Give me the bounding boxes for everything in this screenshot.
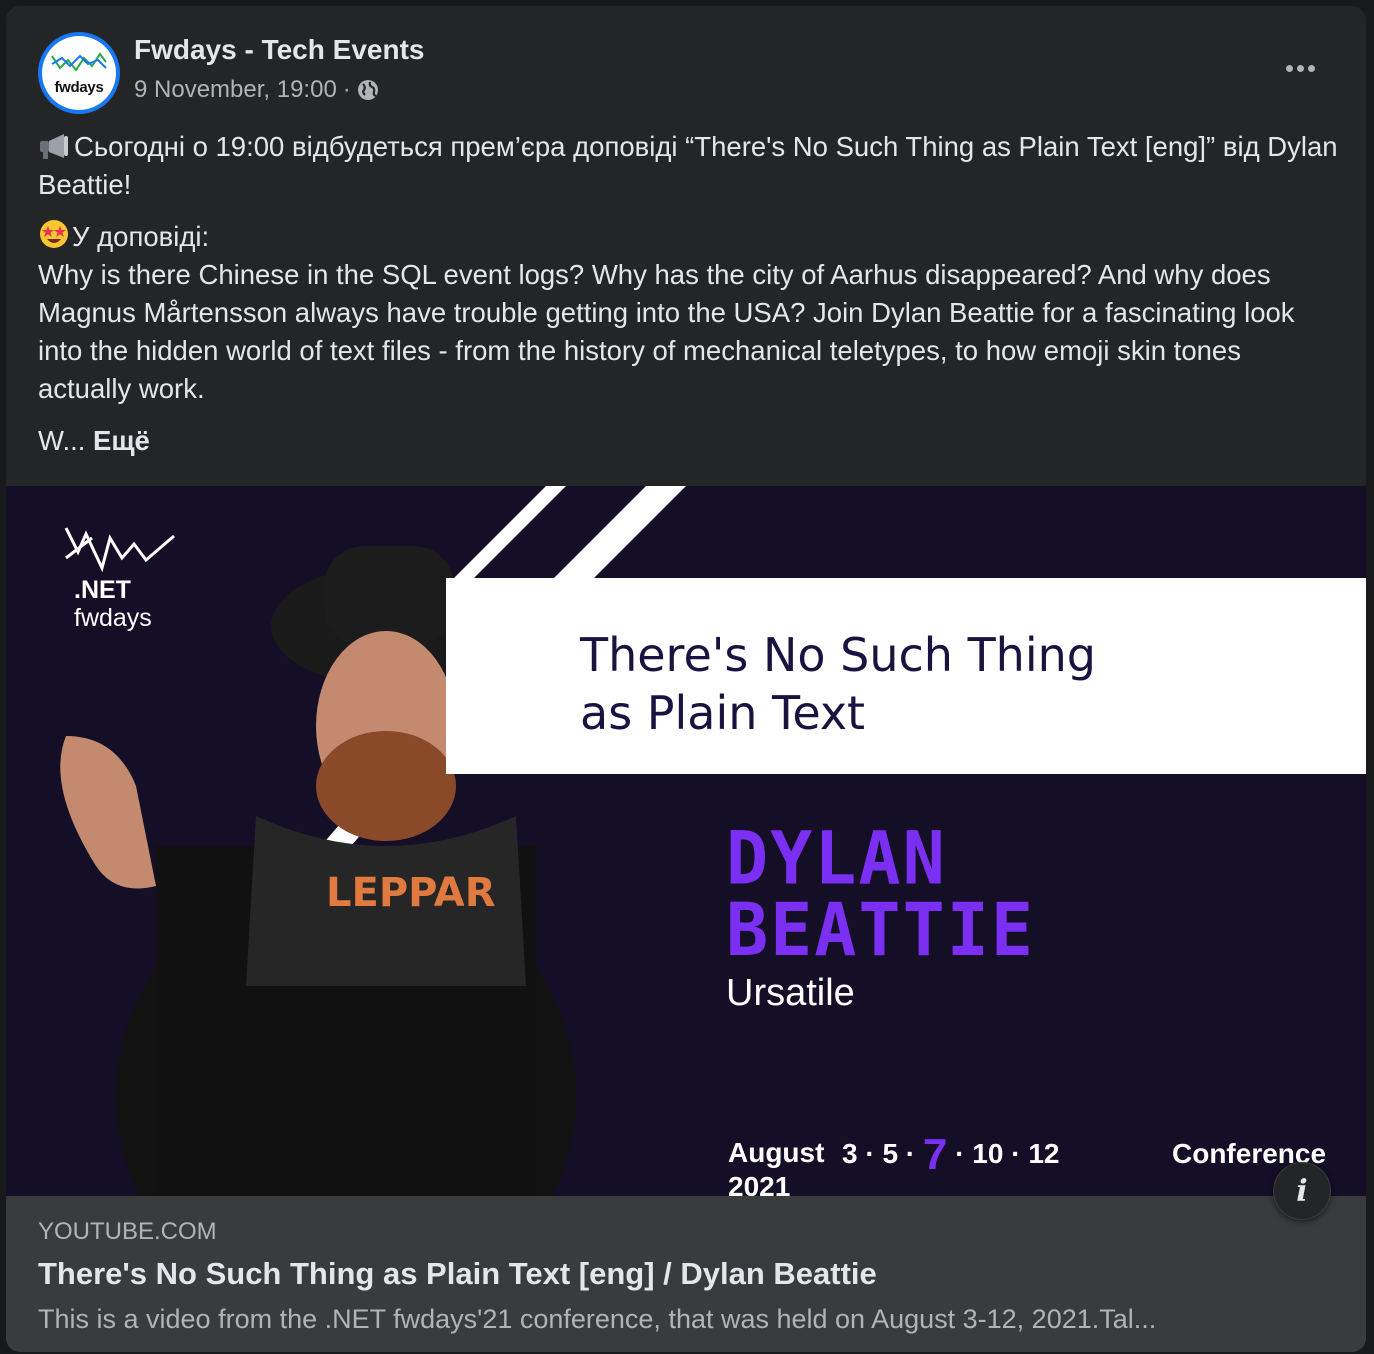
speaker-company: Ursatile xyxy=(726,972,855,1014)
net-fwdays-logo-icon xyxy=(64,527,175,573)
loudspeaker-emoji xyxy=(40,134,68,159)
title-banner: There's No Such Thing as Plain Text xyxy=(446,578,1366,774)
event-date: August 2021 xyxy=(728,1136,824,1196)
link-description: This is a video from the .NET fwdays'21 … xyxy=(38,1304,1157,1334)
speaker-first-name: DYLAN xyxy=(726,815,947,902)
event-days: 3 · 5 · 7 · 10 · 12 xyxy=(842,1130,1059,1180)
banner-title: There's No Such Thing as Plain Text xyxy=(580,626,1096,742)
post-text: Сьогодні о 19:00 відбудеться прем’єра до… xyxy=(38,128,1338,474)
event-year: 2021 xyxy=(728,1171,791,1196)
link-title[interactable]: There's No Such Thing as Plain Text [eng… xyxy=(38,1256,877,1292)
video-thumbnail[interactable]: LEPPAR .NET fwdays There's No Such Thing… xyxy=(6,486,1366,1196)
post-paragraph-3: W... Ещё xyxy=(38,422,1338,460)
banner-title-line2: as Plain Text xyxy=(580,686,866,740)
link-domain: YOUTUBE.COM xyxy=(38,1218,217,1245)
speaker-name: DYLAN BEATTIE xyxy=(726,815,1036,973)
svg-text:LEPPAR: LEPPAR xyxy=(326,870,496,916)
globe-icon[interactable] xyxy=(357,79,379,101)
info-icon[interactable]: i xyxy=(1273,1162,1331,1220)
post-line-2-body: Why is there Chinese in the SQL event lo… xyxy=(38,259,1295,404)
banner-title-line1: There's No Such Thing xyxy=(580,628,1096,682)
more-options-button[interactable] xyxy=(1274,50,1326,86)
fwdays-wave-icon xyxy=(51,52,107,72)
post-header: fwdays Fwdays - Tech Events 9 November, … xyxy=(6,6,1366,126)
net-label-line2: fwdays xyxy=(74,604,152,632)
post-card: fwdays Fwdays - Tech Events 9 November, … xyxy=(6,6,1366,1352)
post-paragraph-1: Сьогодні о 19:00 відбудеться прем’єра до… xyxy=(38,128,1338,204)
see-more-link[interactable]: Ещё xyxy=(93,425,150,456)
event-days-b: · 10 · 12 xyxy=(955,1138,1060,1169)
star-struck-emoji xyxy=(40,220,68,248)
post-line-1: Сьогодні о 19:00 відбудеться прем’єра до… xyxy=(38,131,1338,200)
meta-separator: · xyxy=(342,76,351,103)
more-dot xyxy=(1296,64,1304,72)
post-meta: 9 November, 19:00 · xyxy=(134,76,379,104)
post-timestamp[interactable]: 9 November, 19:00 xyxy=(134,76,337,104)
post-paragraph-2: У доповіді: Why is there Chinese in the … xyxy=(38,218,1338,408)
net-label-line1: .NET xyxy=(74,576,131,604)
event-days-a: 3 · 5 · xyxy=(842,1138,916,1169)
link-preview[interactable]: YOUTUBE.COM There's No Such Thing as Pla… xyxy=(6,1196,1366,1352)
post-truncated-text: W... xyxy=(38,425,86,456)
post-line-2-heading: У доповіді: xyxy=(72,221,210,252)
event-month: August xyxy=(728,1137,825,1168)
page-name[interactable]: Fwdays - Tech Events xyxy=(134,34,424,66)
net-fwdays-label: .NET fwdays xyxy=(74,576,152,632)
page-avatar[interactable]: fwdays xyxy=(38,32,120,114)
event-day-highlight: 7 xyxy=(922,1130,948,1179)
speaker-last-name: BEATTIE xyxy=(726,886,1036,973)
avatar-text: fwdays xyxy=(54,79,104,96)
more-options-icon xyxy=(1285,64,1293,72)
avatar-logo: fwdays xyxy=(42,36,116,110)
more-dot xyxy=(1307,64,1315,72)
